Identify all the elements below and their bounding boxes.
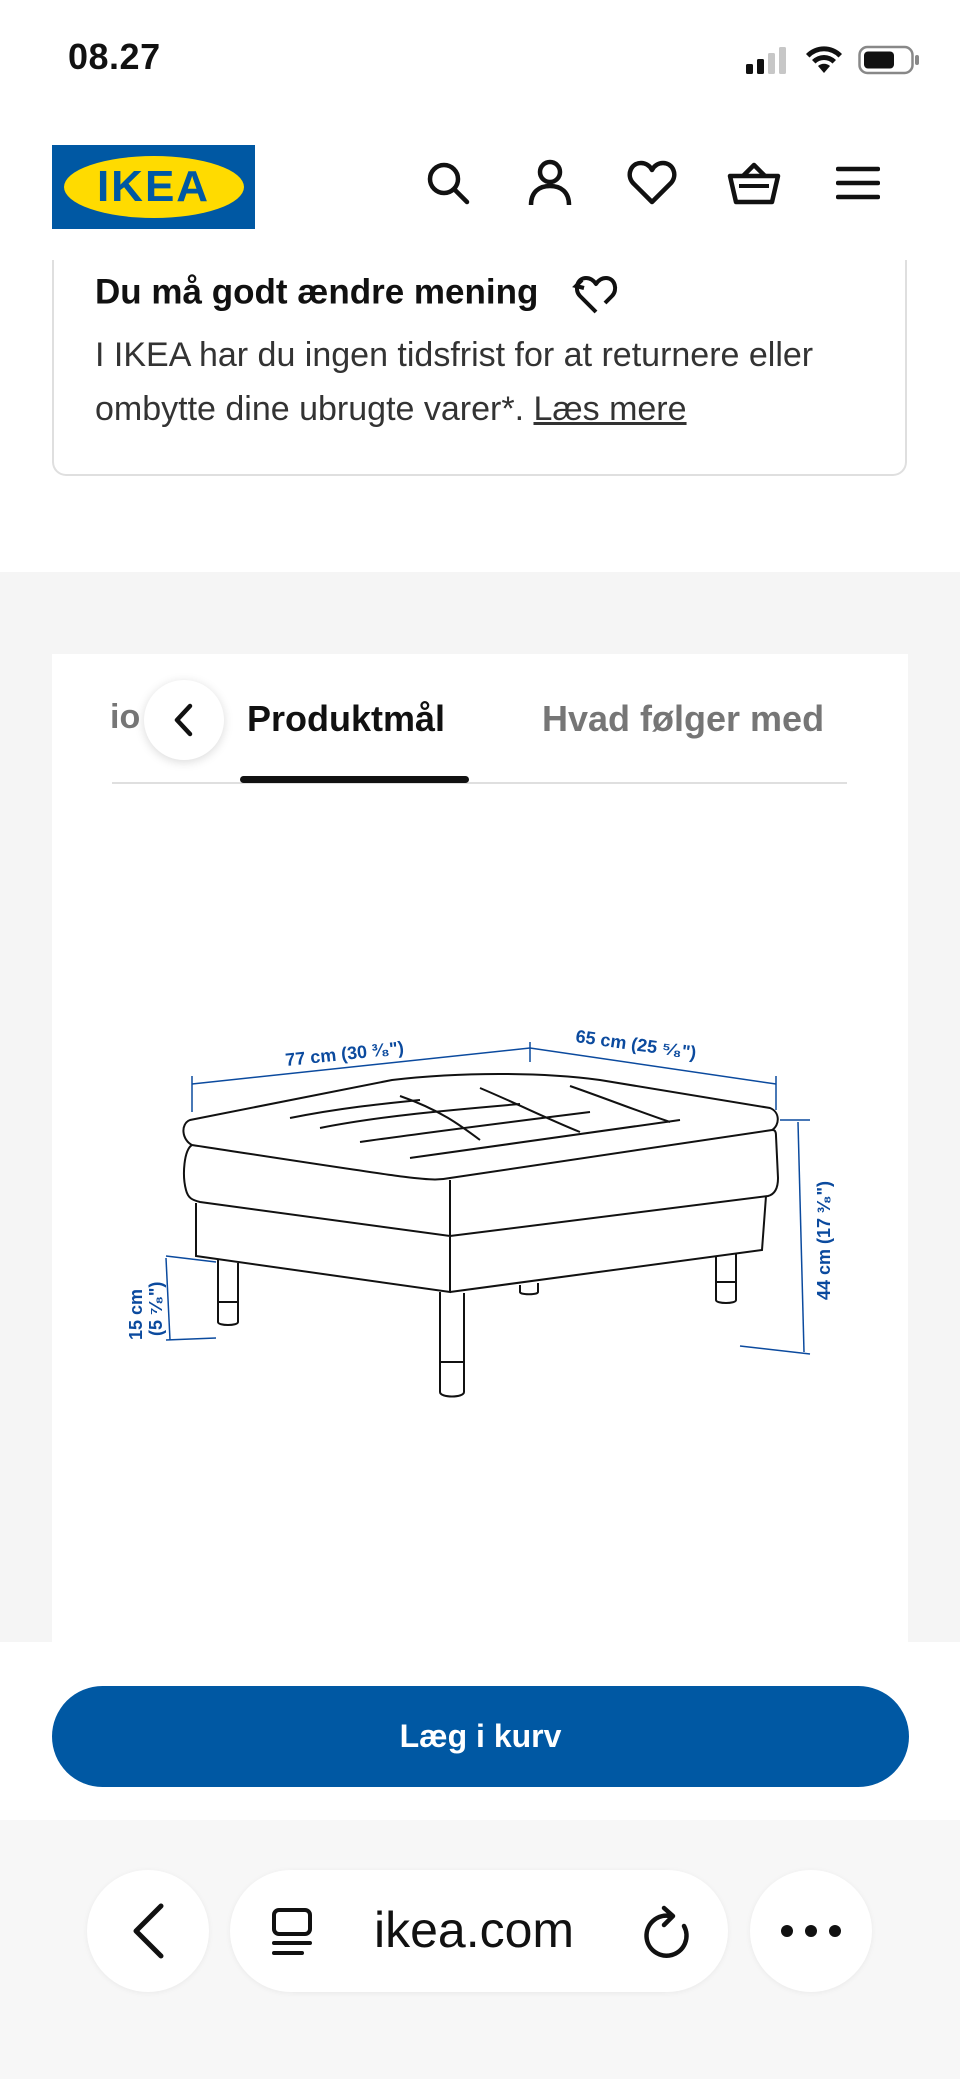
width-dimension-label: 77 cm (30 ³⁄₈") (284, 1038, 404, 1070)
cellular-signal-icon (746, 47, 786, 74)
tab-whats-included[interactable]: Hvad følger med (542, 698, 824, 740)
tabs-back-button[interactable] (144, 680, 224, 760)
height-dimension-label: 44 cm (17 ³⁄₈") (814, 1181, 834, 1300)
leg-height-label-cm: 15 cm (126, 1289, 146, 1340)
menu-icon[interactable] (830, 155, 886, 211)
logo-text: IKEA (96, 162, 211, 211)
return-policy-text: I IKEA har du ingen tidsfrist for at ret… (95, 336, 814, 428)
reload-icon[interactable] (642, 1904, 696, 1960)
logo-oval: IKEA (63, 156, 244, 218)
browser-more-button[interactable] (750, 1870, 872, 1992)
dimension-diagram: 77 cm (30 ³⁄₈") 65 cm (25 ⁵⁄₈") 44 cm (1… (120, 1000, 850, 1420)
return-policy-title-text: Du må godt ændre mening (95, 272, 539, 312)
wifi-icon (806, 46, 842, 73)
add-to-cart-button[interactable]: Læg i kurv (52, 1686, 909, 1787)
status-time: 08.27 (68, 36, 161, 77)
search-icon[interactable] (420, 155, 476, 211)
status-icons (744, 40, 920, 80)
address-bar[interactable]: ikea.com (230, 1870, 728, 1992)
return-policy-body: I IKEA har du ingen tidsfrist for at ret… (95, 328, 875, 436)
tab-previous[interactable]: io (110, 698, 146, 737)
tab-active-indicator (240, 776, 469, 783)
return-policy-title: Du må godt ændre mening (95, 272, 620, 316)
browser-back-button[interactable] (87, 1870, 209, 1992)
url-text: ikea.com (374, 1902, 575, 1958)
ikea-logo[interactable]: IKEA (52, 145, 255, 229)
reader-mode-icon (272, 1908, 312, 1955)
profile-icon[interactable] (522, 155, 578, 211)
heart-return-icon (572, 276, 618, 314)
heart-icon[interactable] (624, 155, 680, 211)
tabs-divider (112, 782, 847, 784)
basket-icon[interactable] (726, 155, 782, 211)
chevron-left-icon (174, 703, 193, 737)
more-icon (781, 1925, 841, 1937)
battery-icon (858, 45, 919, 75)
leg-height-label-in: (5 ⁷⁄₈") (146, 1282, 166, 1336)
read-more-link[interactable]: Læs mere (533, 390, 686, 428)
tab-product-dimensions[interactable]: Produktmål (247, 698, 445, 740)
chevron-left-icon (133, 1903, 164, 1959)
